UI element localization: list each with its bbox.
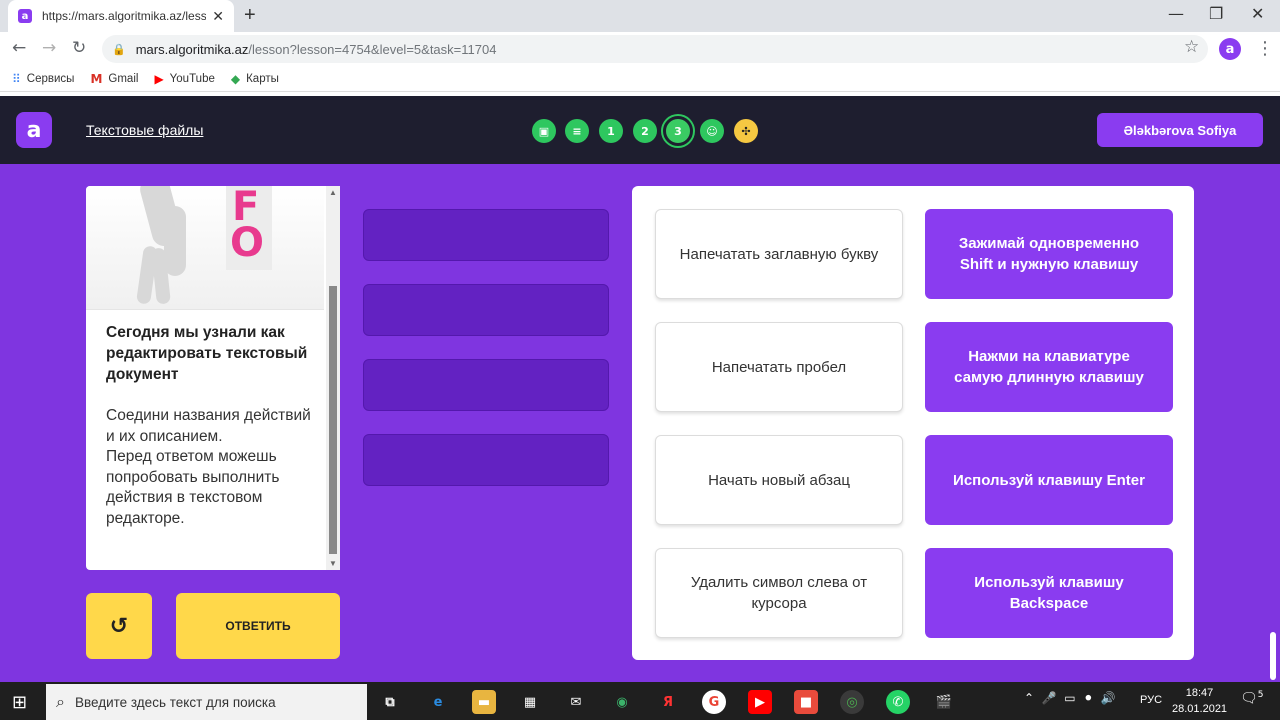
game-icon: ✣	[741, 124, 751, 138]
system-tray-icons[interactable]: ⌃ 🎤 ▭ ⚫ 🔊	[1024, 691, 1116, 705]
browser-tab[interactable]: a https://mars.algoritmika.az/lesso ✕	[8, 0, 234, 32]
chrome-icon[interactable]: ◎	[840, 690, 864, 714]
instructions-card: F O Сегодня мы узнали как редактировать …	[86, 186, 340, 570]
scroll-down-icon[interactable]: ▼	[329, 559, 337, 568]
bookmark-label: Карты	[246, 72, 279, 85]
video-editor-icon[interactable]: 🎬	[932, 690, 956, 714]
youtube-icon: ▶	[154, 71, 164, 86]
description-card[interactable]: Используй клавишу Backspace	[925, 548, 1173, 638]
drop-slot[interactable]	[363, 359, 609, 411]
back-icon[interactable]: ←	[12, 38, 26, 58]
youtube-app-icon[interactable]: ▶	[748, 690, 772, 714]
drop-slot[interactable]	[363, 209, 609, 261]
mail-icon[interactable]: ✉	[564, 690, 588, 714]
language-indicator[interactable]: РУС	[1140, 694, 1162, 706]
minimize-button[interactable]: —	[1168, 4, 1184, 23]
store-icon[interactable]: ▦	[518, 690, 542, 714]
step-2[interactable]: 2	[633, 119, 657, 143]
smiley-icon: ☺	[706, 124, 718, 138]
yandex-icon[interactable]: Я	[656, 690, 680, 714]
page-scrollbar-thumb[interactable]	[1270, 632, 1276, 680]
clock-time: 18:47	[1185, 687, 1214, 699]
letter-o: O	[230, 220, 265, 266]
scroll-up-icon[interactable]: ▲	[329, 188, 337, 197]
search-icon: ⌕	[56, 692, 65, 711]
step-document[interactable]: ≡	[565, 119, 589, 143]
bookmark-label: YouTube	[169, 72, 215, 85]
action-card[interactable]: Начать новый абзац	[655, 435, 903, 525]
taskbar-clock[interactable]: 18:47 28.01.2021	[1172, 685, 1227, 717]
step-game[interactable]: ✣	[734, 119, 758, 143]
bookmark-services[interactable]: ⠿ Сервисы	[12, 72, 74, 86]
bookmarks-bar: ⠿ Сервисы M Gmail ▶ YouTube ◆ Карты	[0, 66, 1280, 92]
maps-icon: ◆	[230, 71, 241, 86]
taskbar-search[interactable]: ⌕ Введите здесь текст для поиска	[46, 684, 367, 720]
reset-button[interactable]: ↺	[86, 593, 152, 659]
lesson-title-link[interactable]: Текстовые файлы	[86, 122, 203, 138]
clock-date: 28.01.2021	[1172, 703, 1228, 715]
tab-title: https://mars.algoritmika.az/lesso	[42, 9, 207, 23]
step-image[interactable]: ▣	[532, 119, 556, 143]
browser-toolbar: ← → ↻ 🔒 mars.algoritmika.az /lesson?less…	[0, 32, 1280, 66]
notification-center-icon[interactable]: 🗨5	[1240, 690, 1264, 707]
edge-icon[interactable]: ◉	[610, 690, 634, 714]
algoritmika-logo[interactable]: a	[16, 112, 52, 148]
bookmark-label: Сервисы	[26, 72, 75, 85]
task-title: Сегодня мы узнали как редактировать текс…	[106, 324, 308, 383]
profile-avatar[interactable]: a	[1219, 38, 1241, 60]
step-1[interactable]: 1	[599, 119, 623, 143]
illustration: F O	[86, 186, 324, 310]
whatsapp-icon[interactable]: ✆	[886, 690, 910, 714]
task-view-icon[interactable]: ⧉	[378, 690, 402, 714]
drop-slot[interactable]	[363, 284, 609, 336]
close-tab-icon[interactable]: ✕	[212, 8, 224, 25]
edge-legacy-icon[interactable]: e	[426, 690, 450, 714]
image-icon: ▣	[538, 124, 550, 138]
windows-start-icon[interactable]: ⊞	[12, 692, 27, 713]
scrollbar-thumb[interactable]	[329, 286, 337, 554]
description-card[interactable]: Используй клавишу Enter	[925, 435, 1173, 525]
user-name-button[interactable]: Ələkbərova Sofiya	[1097, 113, 1263, 147]
recorder-icon[interactable]: ■	[794, 690, 818, 714]
site-favicon-icon: a	[18, 9, 32, 23]
file-explorer-icon[interactable]: ▬	[472, 690, 496, 714]
document-icon: ≡	[572, 124, 582, 138]
bookmark-youtube[interactable]: ▶ YouTube	[154, 72, 214, 86]
url-path: /lesson?lesson=4754&level=5&task=11704	[248, 41, 497, 57]
action-card[interactable]: Удалить символ слева от курсора	[655, 548, 903, 638]
bookmark-star-icon[interactable]: ☆	[1184, 37, 1199, 57]
close-window-button[interactable]: ✕	[1251, 4, 1264, 23]
action-card[interactable]: Напечатать пробел	[655, 322, 903, 412]
step-3-current[interactable]: 3	[663, 116, 693, 146]
bookmark-maps[interactable]: ◆ Карты	[231, 72, 279, 86]
lock-icon: 🔒	[112, 43, 126, 56]
url-host: mars.algoritmika.az	[135, 41, 249, 57]
apps-icon: ⠿	[12, 71, 21, 86]
action-card[interactable]: Напечатать заглавную букву	[655, 209, 903, 299]
instructions-scrollbar[interactable]: ▲ ▼	[326, 186, 340, 570]
drop-slot[interactable]	[363, 434, 609, 486]
gmail-icon: M	[90, 71, 103, 86]
browser-tab-bar: a https://mars.algoritmika.az/lesso ✕ + …	[0, 0, 1280, 32]
bookmark-gmail[interactable]: M Gmail	[90, 72, 138, 86]
answer-button[interactable]: ОТВЕТИТЬ	[176, 593, 340, 659]
forward-icon[interactable]: →	[42, 38, 56, 58]
reset-icon: ↺	[109, 613, 129, 639]
address-bar[interactable]: 🔒 mars.algoritmika.az /lesson?lesson=475…	[102, 35, 1208, 63]
taskbar-search-placeholder: Введите здесь текст для поиска	[74, 694, 276, 710]
new-tab-button[interactable]: +	[244, 4, 256, 27]
google-icon[interactable]: G	[702, 690, 726, 714]
reload-icon[interactable]: ↻	[72, 38, 86, 58]
task-instructions: Соедини названия действий и их описанием…	[106, 407, 311, 527]
browser-menu-icon[interactable]: ⋮	[1256, 38, 1274, 59]
step-smiley[interactable]: ☺	[700, 119, 724, 143]
description-card[interactable]: Зажимай одновременно Shift и нужную клав…	[925, 209, 1173, 299]
notification-count: 5	[1257, 690, 1264, 700]
maximize-button[interactable]: ❐	[1209, 4, 1223, 23]
bookmark-label: Gmail	[108, 72, 139, 85]
description-card[interactable]: Нажми на клавиатуре самую длинную клавиш…	[925, 322, 1173, 412]
